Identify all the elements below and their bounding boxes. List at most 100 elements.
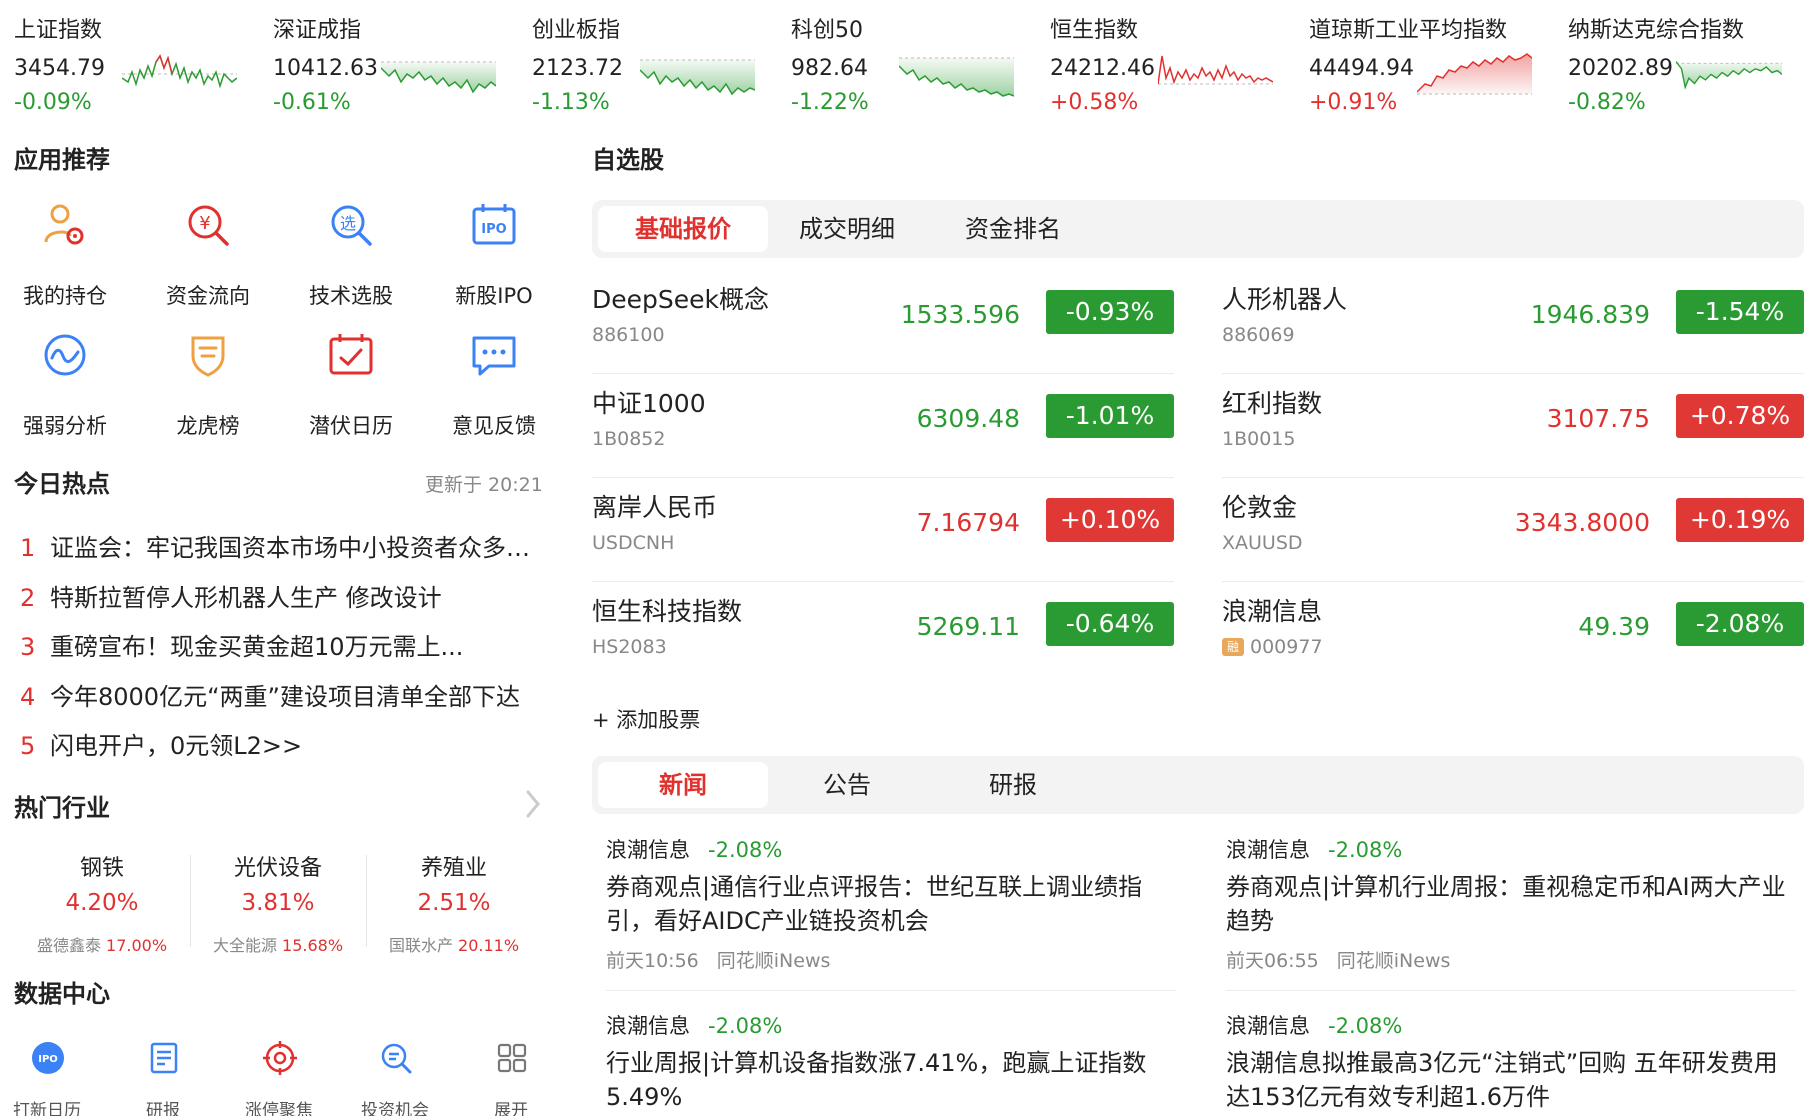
news-title: 行业周报|计算机设备指数涨7.41%，跑赢上证指数5.49%: [606, 1049, 1147, 1111]
add-stock-button[interactable]: + 添加股票: [592, 704, 700, 734]
stock-name: 恒生科技指数: [592, 597, 743, 626]
search-opportunity-icon: [381, 1043, 412, 1074]
stock-change-badge: -1.54%: [1676, 290, 1804, 334]
sparkline-hsi: [1158, 55, 1273, 85]
news-item[interactable]: 浪潮信息 -2.08% 券商观点|计算机行业周报：重视稳定币和AI两大产业趋势 前…: [1226, 834, 1786, 973]
svg-text:IPO: IPO: [38, 1054, 58, 1065]
ticker-value: 44494.94: [1309, 56, 1414, 81]
stock-price: 6309.48: [916, 404, 1020, 433]
dc-expand[interactable]: 展开: [456, 1040, 566, 1116]
tab-news[interactable]: 新闻: [598, 762, 768, 808]
app-dragon-tiger[interactable]: 龙虎榜: [143, 330, 273, 440]
apps-title: 应用推荐: [14, 146, 110, 174]
ticker-change: -0.09%: [14, 90, 92, 115]
stock-row[interactable]: 浪潮信息 融 000977 49.39 -2.08%: [1222, 582, 1804, 686]
stock-row[interactable]: 红利指数 1B0015 3107.75 +0.78%: [1222, 374, 1804, 478]
app-feedback[interactable]: 意见反馈: [429, 330, 559, 440]
ticker-sse[interactable]: 上证指数 3454.79 -0.09%: [0, 8, 258, 116]
portfolio-icon: [44, 204, 84, 245]
news-item[interactable]: 浪潮信息 -2.08% 行业周报|计算机设备指数涨7.41%，跑赢上证指数5.49…: [606, 1010, 1166, 1114]
report-icon: [150, 1042, 178, 1074]
ticker-dji[interactable]: 道琼斯工业平均指数 44494.94 +0.91%: [1295, 8, 1553, 116]
news-title: 浪潮信息拟推最高3亿元“注销式”回购 五年研发费用达153亿元有效专利超1.6万…: [1226, 1049, 1778, 1111]
stock-row[interactable]: 伦敦金 XAUUSD 3343.8000 +0.19%: [1222, 478, 1804, 582]
ticker-name: 恒生指数: [1050, 18, 1139, 43]
app-money-flow[interactable]: ¥ 资金流向: [143, 200, 273, 310]
sparkline-ixic: [1676, 61, 1782, 90]
ticker-szse[interactable]: 深证成指 10412.63 -0.61%: [259, 8, 517, 116]
stock-code: 886100: [592, 324, 665, 346]
app-latent-calendar[interactable]: 潜伏日历: [286, 330, 416, 440]
target-icon: [263, 1041, 297, 1075]
sparkline-szse: [381, 61, 496, 94]
app-label: 资金流向: [166, 284, 250, 308]
hot-item[interactable]: 2 特斯拉暂停人形机器人生产 修改设计: [20, 578, 550, 613]
hot-item[interactable]: 3 重磅宣布！现金买黄金超10万元需上...: [20, 627, 550, 662]
ticker-change: -1.22%: [791, 90, 869, 115]
tab-trade-detail[interactable]: 成交明细: [762, 206, 932, 252]
stock-row[interactable]: 离岸人民币 USDCNH 7.16794 +0.10%: [592, 478, 1174, 582]
ticker-star50[interactable]: 科创50 982.64 -1.22%: [777, 8, 1035, 116]
stock-change-badge: +0.10%: [1046, 498, 1174, 542]
sparkline-star50: [899, 57, 1014, 97]
chevron-right-icon[interactable]: [522, 786, 544, 822]
app-label: 龙虎榜: [176, 414, 240, 438]
margin-badge: 融: [1222, 638, 1244, 656]
hot-item[interactable]: 1证监会：牢记我国资本市场中小投资者众多的最大市情: [20, 528, 550, 563]
industry-card[interactable]: 光伏设备 3.81% 大全能源 15.68%: [190, 850, 366, 960]
ipo-calendar-icon: IPO: [472, 204, 516, 245]
ticker-name: 上证指数: [14, 18, 103, 43]
app-label: 新股IPO: [455, 284, 533, 308]
app-label: 我的持仓: [23, 284, 107, 308]
app-label: 潜伏日历: [309, 414, 393, 438]
news-item[interactable]: 浪潮信息 -2.08% 券商观点|通信行业点评报告：世纪互联上调业绩指引，看好AI…: [606, 834, 1166, 973]
industry-card[interactable]: 养殖业 2.51% 国联水产 20.11%: [366, 850, 542, 960]
app-strength-analysis[interactable]: 强弱分析: [0, 330, 130, 440]
tab-announcements[interactable]: 公告: [762, 762, 932, 808]
check-calendar-icon: [329, 334, 373, 375]
stock-row[interactable]: 中证1000 1B0852 6309.48 -1.01%: [592, 374, 1174, 478]
ticker-ixic[interactable]: 纳斯达克综合指数 20202.89 -0.82%: [1554, 8, 1812, 116]
dc-limit-up[interactable]: 涨停聚焦: [224, 1040, 334, 1116]
grid-expand-icon: [497, 1043, 527, 1073]
hot-item[interactable]: 4 今年8000亿元“两重”建设项目清单全部下达: [20, 677, 550, 712]
tab-basic-quote[interactable]: 基础报价: [598, 206, 768, 252]
dc-ipo-calendar[interactable]: IPO 打新日历: [0, 1040, 102, 1116]
stock-name: DeepSeek概念: [592, 285, 769, 314]
hot-item[interactable]: 5 闪电开户，0元领L2>>: [20, 726, 550, 761]
stock-name: 中证1000: [592, 389, 706, 418]
hot-title: 今日热点: [14, 470, 110, 498]
stock-picker-icon: 选: [331, 205, 372, 246]
stock-name: 人形机器人: [1222, 285, 1348, 314]
ipo-circle-icon: IPO: [32, 1042, 64, 1074]
tab-research[interactable]: 研报: [928, 762, 1098, 808]
ticker-change: -1.13%: [532, 90, 610, 115]
stock-row[interactable]: 人形机器人 886069 1946.839 -1.54%: [1222, 270, 1804, 374]
industry-card[interactable]: 钢铁 4.20% 盛德鑫泰 17.00%: [14, 850, 190, 960]
stock-code: 1B0852: [592, 428, 666, 450]
app-new-ipo[interactable]: IPO 新股IPO: [429, 200, 559, 310]
stock-row[interactable]: DeepSeek概念 886100 1533.596 -0.93%: [592, 270, 1174, 374]
tab-fund-ranking[interactable]: 资金排名: [928, 206, 1098, 252]
app-my-holdings[interactable]: 我的持仓: [0, 200, 130, 310]
stock-price: 3343.8000: [1514, 508, 1650, 537]
dc-opportunity[interactable]: 投资机会: [340, 1040, 450, 1116]
watchlist-tabbar: 基础报价 成交明细 资金排名: [592, 200, 1804, 258]
news-tabbar: 新闻 公告 研报: [592, 756, 1804, 814]
news-item[interactable]: 浪潮信息 -2.08% 浪潮信息拟推最高3亿元“注销式”回购 五年研发费用达153…: [1226, 1010, 1786, 1114]
stock-price: 1946.839: [1530, 300, 1650, 329]
stock-change-badge: +0.19%: [1676, 498, 1804, 542]
dc-reports[interactable]: 研报: [108, 1040, 218, 1116]
ticker-value: 3454.79: [14, 56, 105, 81]
ticker-value: 10412.63: [273, 56, 378, 81]
app-tech-picker[interactable]: 选 技术选股: [286, 200, 416, 310]
stock-row[interactable]: 恒生科技指数 HS2083 5269.11 -0.64%: [592, 582, 1174, 686]
ticker-hsi[interactable]: 恒生指数 24212.46 +0.58%: [1036, 8, 1294, 116]
index-ticker-bar: 上证指数 3454.79 -0.09% 深证成指 10412.63 -0.61%…: [0, 0, 1812, 120]
ticker-change: +0.91%: [1309, 90, 1398, 115]
wave-analysis-icon: [44, 334, 86, 376]
ticker-value: 2123.72: [532, 56, 623, 81]
stock-code: USDCNH: [592, 532, 675, 554]
svg-text:选: 选: [340, 214, 356, 233]
ticker-chinext[interactable]: 创业板指 2123.72 -1.13%: [518, 8, 776, 116]
